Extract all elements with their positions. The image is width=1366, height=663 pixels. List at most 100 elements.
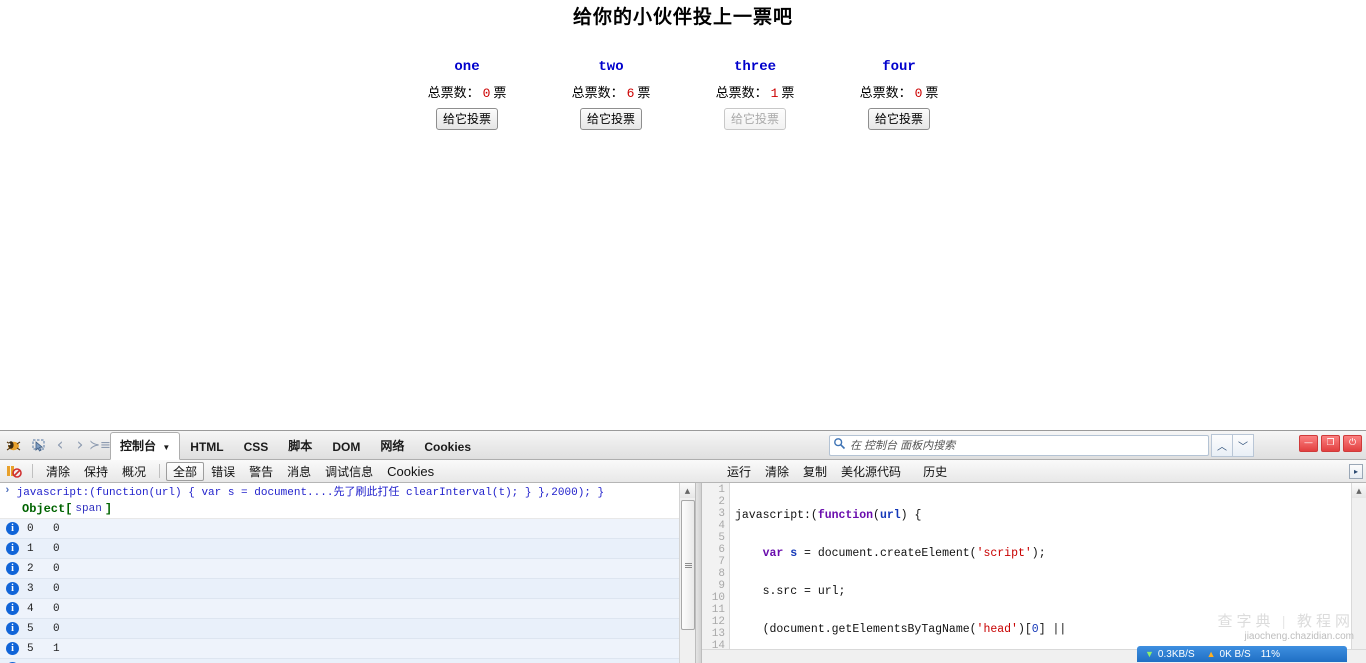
vote-candidate-three: three 总票数：1票 给它投票: [683, 59, 827, 130]
chevron-down-icon[interactable]: ▼: [162, 443, 170, 452]
search-prev-button[interactable]: ︿: [1211, 434, 1232, 457]
console-object-result[interactable]: Object[span]: [0, 499, 695, 519]
line-number: 4: [702, 520, 729, 532]
object-open-bracket: [: [65, 502, 72, 516]
download-arrow-icon: ▼: [1145, 649, 1154, 659]
object-close-bracket: ]: [105, 502, 112, 516]
console-log-row[interactable]: i 0 0: [0, 519, 695, 539]
code-text[interactable]: javascript:(function(url) { var s = docu…: [735, 484, 1255, 663]
line-number: 6: [702, 544, 729, 556]
history-back-icon[interactable]: ‹: [50, 434, 70, 456]
console-persist-button[interactable]: 保持: [77, 462, 115, 481]
web-page-content: 给你的小伙伴投上一票吧 one 总票数：0票 给它投票 two 总票数：6票 给…: [0, 0, 1366, 430]
firebug-toolbar: ‹ › ≻≡ 控制台 ▼ HTML CSS 脚本 DOM 网络 Cookies …: [0, 431, 1366, 460]
log-value-b: 0: [53, 603, 60, 615]
editor-scrollbar[interactable]: ▲: [1351, 483, 1366, 663]
beautify-source-button[interactable]: 美化源代码: [834, 462, 908, 481]
tab-dom[interactable]: DOM: [322, 435, 370, 460]
info-icon: i: [6, 622, 19, 635]
console-log-row[interactable]: i 5 0: [0, 619, 695, 639]
tab-console[interactable]: 控制台 ▼: [110, 432, 180, 460]
line-number: 3: [702, 508, 729, 520]
info-icon: i: [6, 562, 19, 575]
console-log-row[interactable]: i 3 0: [0, 579, 695, 599]
votes-unit: 票: [925, 85, 938, 100]
log-value-b: 1: [53, 643, 60, 655]
toolbar-divider: [32, 464, 33, 478]
filter-warnings-button[interactable]: 警告: [242, 462, 280, 481]
download-speed-value: 0.3KB/S: [1158, 649, 1195, 660]
vote-button-three[interactable]: 给它投票: [724, 108, 786, 130]
votes-label: 总票数：: [716, 85, 768, 100]
console-log-row[interactable]: i 2 0: [0, 559, 695, 579]
line-number: 10: [702, 592, 729, 604]
filter-info-button[interactable]: 消息: [280, 462, 318, 481]
tab-html[interactable]: HTML: [180, 435, 233, 460]
object-label: Object: [22, 502, 65, 516]
line-number-gutter: 1 2 3 4 5 6 7 8 9 10 11 12 13 14: [702, 483, 730, 663]
run-button[interactable]: 运行: [720, 462, 758, 481]
scroll-up-icon[interactable]: ▲: [680, 483, 695, 498]
candidate-vote-count: 总票数：6票: [539, 82, 683, 101]
command-editor-pane[interactable]: 1 2 3 4 5 6 7 8 9 10 11 12 13 14 javascr…: [702, 483, 1366, 663]
vote-button-two[interactable]: 给它投票: [580, 108, 642, 130]
upload-speed-value: 0K B/S: [1220, 649, 1251, 660]
panel-menu-icon[interactable]: ≻≡: [90, 434, 110, 456]
editor-clear-button[interactable]: 清除: [758, 462, 796, 481]
pane-splitter[interactable]: [695, 483, 702, 663]
info-icon: i: [6, 522, 19, 535]
search-input[interactable]: [829, 435, 1209, 456]
console-log-row[interactable]: i 1 0: [0, 539, 695, 559]
restore-button[interactable]: ❐: [1321, 435, 1340, 452]
tab-script[interactable]: 脚本: [278, 432, 322, 460]
votes-unit: 票: [493, 85, 506, 100]
console-log-row[interactable]: i 4 0: [0, 599, 695, 619]
console-options-toolbar: 清除 保持 概况 全部 错误 警告 消息 调试信息 Cookies 运行 清除 …: [0, 460, 1366, 483]
filter-debug-button[interactable]: 调试信息: [318, 462, 380, 481]
command-text: javascript:(function(url) { var s = docu…: [17, 483, 604, 499]
scrollbar-thumb[interactable]: [681, 500, 695, 630]
votes-number: 0: [912, 86, 926, 101]
history-forward-icon[interactable]: ›: [70, 434, 90, 456]
toolbar-overflow-icon[interactable]: ▸: [1349, 464, 1363, 479]
log-value-a: 4: [27, 603, 53, 615]
log-value-b: 0: [53, 543, 60, 555]
search-next-button[interactable]: ﹀: [1232, 434, 1254, 457]
log-value-a: 5: [27, 623, 53, 635]
cpu-usage-value: 11%: [1261, 649, 1280, 660]
console-output-pane[interactable]: › javascript:(function(url) { var s = do…: [0, 483, 695, 663]
console-log-row[interactable]: i 6 1: [0, 659, 695, 663]
scrollbar-grip-icon: [685, 563, 692, 568]
log-value-a: 0: [27, 523, 53, 535]
inspect-element-icon[interactable]: [27, 434, 49, 456]
network-speed-widget[interactable]: ▼ 0.3KB/S ▲ 0K B/S 11%: [1137, 646, 1347, 662]
tab-css[interactable]: CSS: [234, 435, 279, 460]
tab-cookies[interactable]: Cookies: [414, 435, 481, 460]
console-log-row[interactable]: i 5 1: [0, 639, 695, 659]
object-tag: span: [72, 503, 104, 515]
filter-all-button[interactable]: 全部: [166, 462, 204, 481]
code-line: javascript:(function(url) {: [735, 510, 1255, 522]
scroll-up-icon[interactable]: ▲: [1352, 483, 1366, 498]
console-profile-button[interactable]: 概况: [115, 462, 153, 481]
line-number: 1: [702, 484, 729, 496]
filter-errors-button[interactable]: 错误: [204, 462, 242, 481]
filter-cookies-button[interactable]: Cookies: [380, 463, 441, 480]
firebug-bug-icon[interactable]: [2, 434, 24, 456]
close-button[interactable]: ⏻: [1343, 435, 1362, 452]
candidate-vote-count: 总票数：1票: [683, 82, 827, 101]
copy-button[interactable]: 复制: [796, 462, 834, 481]
vote-button-four[interactable]: 给它投票: [868, 108, 930, 130]
minimize-button[interactable]: —: [1299, 435, 1318, 452]
console-scrollbar[interactable]: ▲: [679, 483, 695, 663]
firebug-body: › javascript:(function(url) { var s = do…: [0, 483, 1366, 663]
history-button[interactable]: 历史: [916, 462, 954, 481]
candidate-name: four: [827, 59, 971, 75]
log-value-a: 3: [27, 583, 53, 595]
break-on-error-icon[interactable]: [6, 464, 22, 478]
info-icon: i: [6, 642, 19, 655]
console-clear-button[interactable]: 清除: [39, 462, 77, 481]
vote-button-one[interactable]: 给它投票: [436, 108, 498, 130]
upload-arrow-icon: ▲: [1207, 649, 1216, 659]
tab-net[interactable]: 网络: [370, 432, 414, 460]
